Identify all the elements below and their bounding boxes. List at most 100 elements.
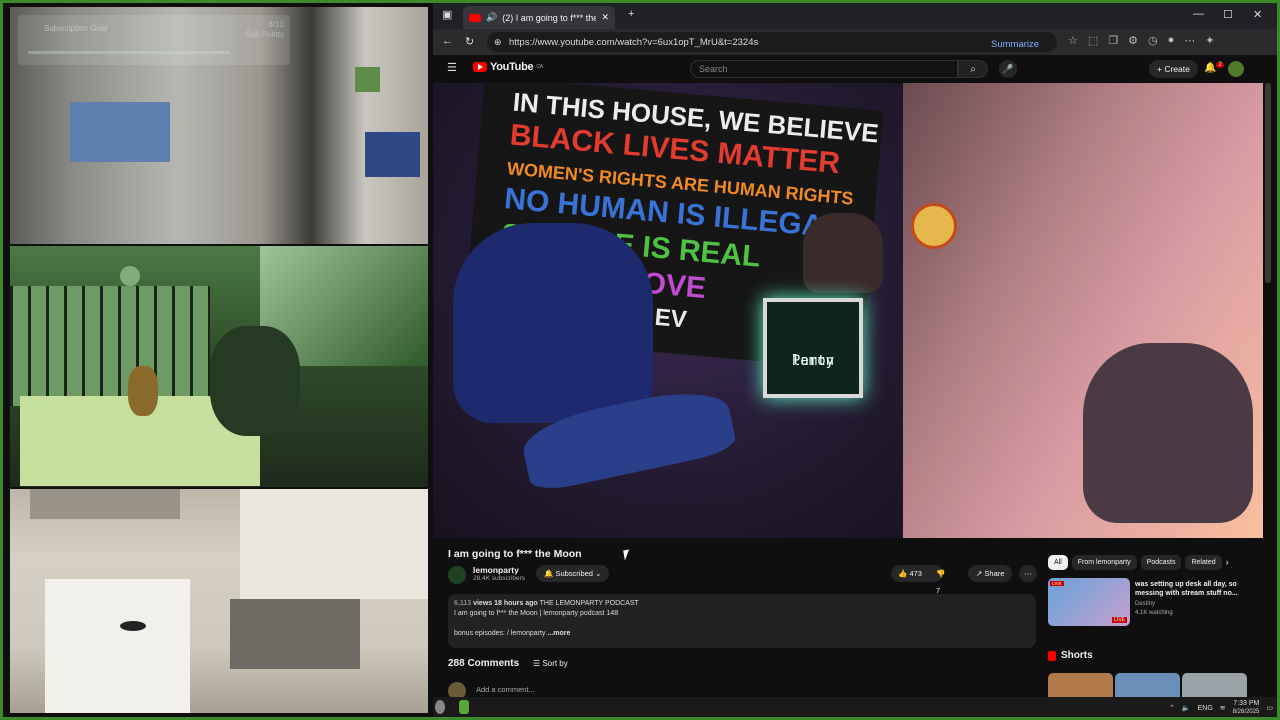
youtube-header: ☰ YouTube CA Search ⌕ 🎤 + Create 🔔 2 (433, 55, 1277, 83)
voice-search-button[interactable]: 🎤 (999, 60, 1017, 78)
bell-icon: 🔔 (544, 569, 554, 578)
profile-icon[interactable]: ● (1168, 34, 1175, 47)
history-icon[interactable]: ◷ (1148, 34, 1158, 47)
notifications-icon[interactable]: 🔔 2 (1204, 62, 1224, 73)
recommended-video-channel[interactable]: Destiny (1135, 601, 1155, 607)
recommended-video-watching: 4.1K watching (1135, 610, 1173, 616)
subscription-goal-overlay: Subscription Goal 8/10 Sub Points (18, 15, 290, 65)
stove-burner (120, 621, 146, 631)
taskbar-apps (435, 700, 469, 714)
speaker-icon[interactable]: 🔊 (486, 12, 497, 23)
maximize-icon[interactable]: ☐ (1223, 8, 1233, 21)
share-button[interactable]: ↗ Share (968, 565, 1013, 582)
clock[interactable]: 7:33 PM 8/26/2025 (1233, 700, 1260, 716)
minimize-icon[interactable]: — (1193, 8, 1204, 20)
like-button[interactable]: 👍 473 (898, 565, 922, 582)
reload-icon[interactable]: ↻ (465, 35, 474, 48)
chip-related[interactable]: Related (1185, 555, 1222, 570)
like-count: 473 (909, 569, 922, 578)
lang-indicator[interactable]: ENG (1198, 705, 1213, 712)
channel-avatar[interactable] (448, 566, 466, 584)
tab-actions-icon[interactable]: ▣ (442, 8, 452, 21)
extensions-icon[interactable]: ⬚ (1088, 34, 1098, 47)
like-dislike-group: 👍 473 👎 7 (891, 565, 945, 595)
youtube-logo[interactable]: YouTube CA (473, 61, 543, 73)
room-divider-screen (10, 286, 210, 406)
search-icon: ⌕ (970, 64, 976, 75)
bonus-link[interactable]: / lemonparty (507, 630, 546, 637)
person-back (803, 213, 883, 293)
wifi-icon[interactable]: ≋ (1220, 704, 1226, 712)
summarize-button[interactable]: Summarize (991, 39, 1039, 50)
close-window-icon[interactable]: ✕ (1253, 8, 1262, 21)
more-link[interactable]: ...more (547, 630, 570, 637)
search-input[interactable]: Search (690, 60, 958, 78)
youtube-favicon-icon (469, 13, 481, 22)
add-comment-input[interactable]: Add a comment... (476, 685, 535, 694)
video-title: I am going to f*** the Moon (448, 548, 582, 560)
favorites-icon[interactable]: ☆ (1068, 34, 1078, 47)
chip-all[interactable]: All (1048, 555, 1068, 570)
more-menu-icon[interactable]: ⋯ (1184, 34, 1195, 47)
settings-icon[interactable]: ⚙ (1128, 34, 1138, 47)
site-info-icon[interactable]: ⊕ (494, 37, 502, 48)
recommended-video-title[interactable]: was setting up desk all day, so messing … (1135, 580, 1250, 598)
new-tab-icon[interactable]: + (628, 8, 634, 20)
description-bonus: bonus episodes: / lemonparty ...more (454, 630, 570, 637)
recommendation-chips: All From lemonparty Podcasts Related › (1048, 555, 1229, 570)
app-icon[interactable] (459, 700, 469, 714)
system-tray: ⌃ 🔈 ENG ≋ 7:33 PM 8/26/2025 ▭ (1169, 700, 1273, 716)
upper-cabinets (240, 489, 428, 599)
wall-clock (911, 203, 957, 249)
tab-youtube[interactable]: 🔊 (2) I am going to f*** the Moon ✕ (463, 6, 615, 29)
tab-bar: ▣ 🔊 (2) I am going to f*** the Moon ✕ + … (433, 3, 1277, 29)
url-text: https://www.youtube.com/watch?v=6ux1opT_… (509, 36, 759, 48)
camera-feed-hallway: Subscription Goal 8/10 Sub Points (10, 7, 428, 244)
volume-icon[interactable]: 🔈 (1182, 704, 1191, 712)
live-badge: LIVE (1050, 581, 1064, 586)
page-scrollbar[interactable] (1265, 83, 1271, 283)
shorts-heading: Shorts (1048, 650, 1093, 661)
podcast-tag[interactable]: THE LEMONPARTY PODCAST (540, 600, 639, 607)
lemon-party-sign: lemon Party (763, 298, 863, 398)
share-label: Share (984, 569, 1005, 578)
view-count: 6,113 (454, 600, 472, 607)
description-line: I am going to f*** the Moon | lemonparty… (454, 610, 619, 617)
taskbar: ⌃ 🔈 ENG ≋ 7:33 PM 8/26/2025 ▭ (433, 697, 1277, 717)
share-icon: ↗ (976, 569, 983, 578)
sort-icon: ☰ (533, 659, 541, 668)
account-avatar[interactable] (1228, 61, 1244, 77)
app-icon[interactable] (435, 700, 445, 714)
menu-icon[interactable]: ☰ (447, 61, 457, 74)
chip-from-channel[interactable]: From lemonparty (1071, 555, 1137, 570)
collections-icon[interactable]: ❐ (1108, 34, 1118, 47)
close-tab-icon[interactable]: ✕ (601, 12, 609, 23)
back-icon[interactable]: ← (442, 35, 453, 47)
youtube-play-icon (473, 62, 487, 72)
clock-time: 7:33 PM (1233, 700, 1260, 707)
sub-points-value: 8/10 (268, 20, 284, 29)
search-button[interactable]: ⌕ (958, 60, 988, 78)
chip-podcasts[interactable]: Podcasts (1140, 555, 1182, 570)
channel-name[interactable]: lemonparty (473, 565, 519, 575)
description-box[interactable]: 6,113 views 18 hours ago THE LEMONPARTY … (448, 594, 1036, 648)
copilot-icon[interactable]: ✦ (1205, 34, 1214, 47)
camera-feed-bedroom (10, 246, 428, 487)
video-player[interactable]: IN THIS HOUSE, WE BELIEVE BLACK LIVES MA… (433, 83, 1263, 538)
toolbar-icons: ☆ ⬚ ❐ ⚙ ◷ ● ⋯ ✦ (1068, 34, 1215, 47)
sort-button[interactable]: ☰ Sort by (533, 659, 568, 668)
storage-bins (70, 102, 170, 162)
subscribed-button[interactable]: 🔔 Subscribed ⌄ (536, 565, 610, 582)
notifications-center-icon[interactable]: ▭ (1266, 704, 1273, 712)
subscriber-count: 28.4K subscribers (473, 575, 526, 582)
upload-time: views 18 hours ago (473, 600, 538, 607)
chevron-right-icon[interactable]: › (1226, 555, 1229, 570)
more-actions-icon[interactable]: ⋯ (1019, 565, 1037, 582)
sort-label: Sort by (542, 659, 568, 668)
tray-chevron-icon[interactable]: ⌃ (1169, 704, 1175, 712)
sub-points-label: Sub Points (245, 30, 284, 39)
address-bar[interactable]: ⊕ https://www.youtube.com/watch?v=6ux1op… (487, 32, 1057, 52)
recommended-video-thumbnail[interactable]: LIVE LIVE (1048, 578, 1130, 626)
create-button[interactable]: + Create (1149, 60, 1198, 78)
sub-points-readout: 8/10 Sub Points (245, 20, 284, 40)
